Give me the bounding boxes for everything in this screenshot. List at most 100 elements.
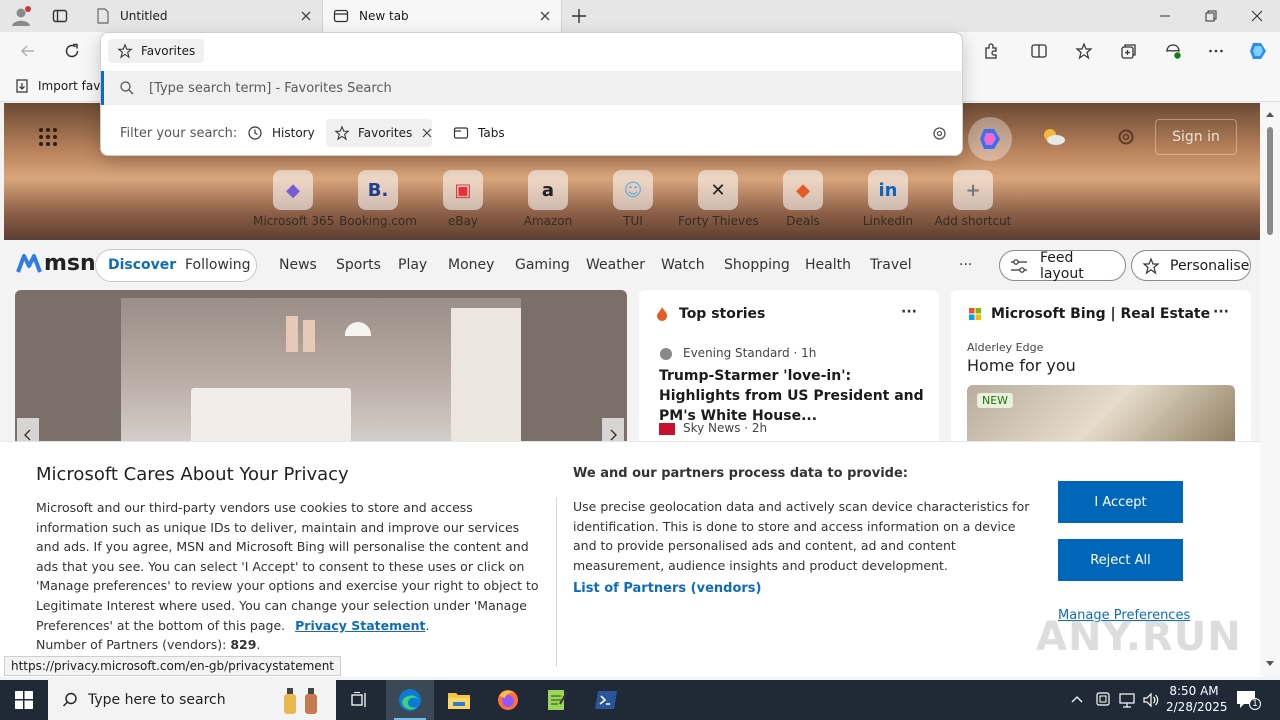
personalise-button[interactable]: Personalise [1131, 250, 1251, 281]
split-screen-icon[interactable] [1024, 37, 1054, 65]
shortcut-tile[interactable]: a Amazon [508, 170, 588, 228]
apps-launcher-icon[interactable] [38, 127, 58, 147]
remove-filter-icon[interactable] [422, 128, 432, 138]
nav-item-news[interactable]: News [279, 257, 317, 273]
minimize-button[interactable] [1142, 0, 1188, 32]
copilot-hero-button[interactable] [968, 117, 1012, 161]
title-bar: Untitled New tab [0, 0, 1280, 32]
page-scrollbar[interactable] [1260, 103, 1280, 677]
shortcut-tile[interactable]: ◆ Deals [763, 170, 843, 228]
import-favorites-link[interactable]: Import favo [14, 78, 108, 94]
msn-logo[interactable]: msn [16, 250, 96, 276]
more-options-icon[interactable]: ··· [1213, 304, 1229, 320]
filter-tabs[interactable]: Tabs [447, 119, 511, 147]
more-nav-button[interactable]: ··· [959, 257, 972, 273]
shortcut-tile[interactable]: ▣ eBay [423, 170, 503, 228]
shortcut-tile[interactable]: in LinkedIn [848, 170, 928, 228]
refresh-button[interactable] [57, 37, 87, 65]
evening-standard-logo [659, 347, 673, 361]
search-placeholder: [Type search term] - Favorites Search [149, 80, 392, 96]
shortcut-tile[interactable]: + Add shortcut [933, 170, 1013, 228]
tab-untitled[interactable]: Untitled [86, 0, 322, 32]
powershell-icon[interactable] [582, 680, 630, 720]
import-icon [14, 78, 30, 94]
feed-layout-button[interactable]: Feed layout [999, 250, 1126, 282]
extensions-icon[interactable] [976, 37, 1006, 65]
top-stories-title: Top stories [679, 306, 766, 322]
file-explorer-icon[interactable] [435, 680, 483, 720]
show-hidden-icons-icon[interactable] [1070, 692, 1084, 706]
tab-discover[interactable]: Discover [108, 257, 176, 273]
browser-essentials-icon[interactable] [1158, 37, 1188, 65]
back-button[interactable] [13, 37, 43, 65]
tab-actions-icon[interactable] [52, 8, 68, 24]
story-headline[interactable]: Trump-Starmer 'love-in': Highlights from… [659, 366, 927, 426]
shortcut-label: Amazon [523, 214, 573, 228]
watermark: ANY.RUN [1036, 614, 1242, 660]
shortcut-label: Add shortcut [934, 214, 1012, 228]
shortcut-tile[interactable]: ◆ Microsoft 365 [253, 170, 334, 228]
shortcut-label: Forty Thieves [678, 214, 759, 228]
reject-all-button[interactable]: Reject All [1058, 539, 1183, 581]
new-tab-plus-icon[interactable] [570, 7, 588, 25]
shortcut-glyph: + [965, 179, 981, 201]
favorites-search-field[interactable]: [Type search term] - Favorites Search [101, 71, 962, 105]
close-tab-icon[interactable] [298, 8, 314, 24]
shortcut-tile[interactable]: ☺ TUI [593, 170, 673, 228]
hero-story-card[interactable] [15, 290, 627, 450]
volume-icon[interactable] [1142, 691, 1160, 709]
filter-favorites[interactable]: Favorites [326, 119, 432, 147]
sliders-icon [1010, 258, 1028, 274]
shortcut-tile[interactable]: ✕ Forty Thieves [678, 170, 759, 228]
shortcut-label: eBay [447, 214, 479, 228]
copilot-icon [976, 125, 1004, 153]
tab-new-tab[interactable]: New tab [322, 0, 562, 32]
nav-item-money[interactable]: Money [448, 257, 494, 273]
task-view-icon[interactable] [336, 680, 384, 720]
weather-icon[interactable] [1040, 125, 1066, 147]
vendors-list-link[interactable]: List of Partners (vendors) [573, 581, 761, 596]
shortcut-tile[interactable]: B. Booking.com [338, 170, 418, 228]
favorites-chip[interactable]: Favorites [108, 39, 205, 63]
profile-icon[interactable] [10, 6, 32, 26]
nav-item-play[interactable]: Play [398, 257, 427, 273]
close-tab-icon[interactable] [537, 8, 553, 24]
device-icon[interactable] [1094, 691, 1112, 709]
nav-item-weather[interactable]: Weather [586, 257, 645, 273]
start-button[interactable] [0, 680, 48, 720]
notifications-icon[interactable]: 1 [1236, 690, 1261, 710]
restore-button[interactable] [1188, 0, 1234, 32]
copilot-icon[interactable] [1243, 37, 1273, 65]
nav-item-watch[interactable]: Watch [661, 257, 705, 273]
filter-history[interactable]: History [241, 119, 321, 147]
story-source: Evening Standard · 1h [683, 346, 817, 360]
notepad-plus-icon[interactable] [533, 680, 581, 720]
favorites-star-icon[interactable] [1069, 37, 1099, 65]
taskbar-clock[interactable]: 8:50 AM 2/28/2025 [1166, 683, 1228, 715]
bing-real-estate-card[interactable]: Microsoft Bing | Real Estate ··· Alderle… [951, 290, 1251, 450]
notification-count: 1 [1249, 698, 1261, 710]
more-menu-icon[interactable] [1201, 37, 1231, 65]
sign-in-button[interactable]: Sign in [1155, 119, 1237, 155]
nav-item-gaming[interactable]: Gaming [515, 257, 570, 273]
collections-icon[interactable] [1114, 37, 1144, 65]
search-icon [119, 80, 135, 96]
firefox-icon[interactable] [484, 680, 532, 720]
nav-item-sports[interactable]: Sports [336, 257, 381, 273]
tabs-icon [453, 125, 469, 141]
tab-following[interactable]: Following [185, 257, 251, 273]
more-options-icon[interactable]: ··· [901, 304, 917, 320]
favorites-search-dropdown: Favorites [Type search term] - Favorites… [100, 32, 963, 156]
taskbar-search-box[interactable]: Type here to search [48, 680, 336, 720]
close-window-button[interactable] [1234, 0, 1280, 32]
settings-gear-icon[interactable] [1116, 127, 1136, 147]
settings-gear-icon[interactable] [931, 125, 948, 142]
edge-taskbar-icon[interactable] [386, 680, 434, 720]
nav-item-shopping[interactable]: Shopping [724, 257, 790, 273]
accept-button[interactable]: I Accept [1058, 481, 1183, 523]
nav-item-travel[interactable]: Travel [870, 257, 912, 273]
microsoft-logo-icon [969, 308, 981, 320]
privacy-statement-link[interactable]: Privacy Statement [295, 618, 425, 633]
nav-item-health[interactable]: Health [805, 257, 851, 273]
network-icon[interactable] [1118, 691, 1136, 709]
